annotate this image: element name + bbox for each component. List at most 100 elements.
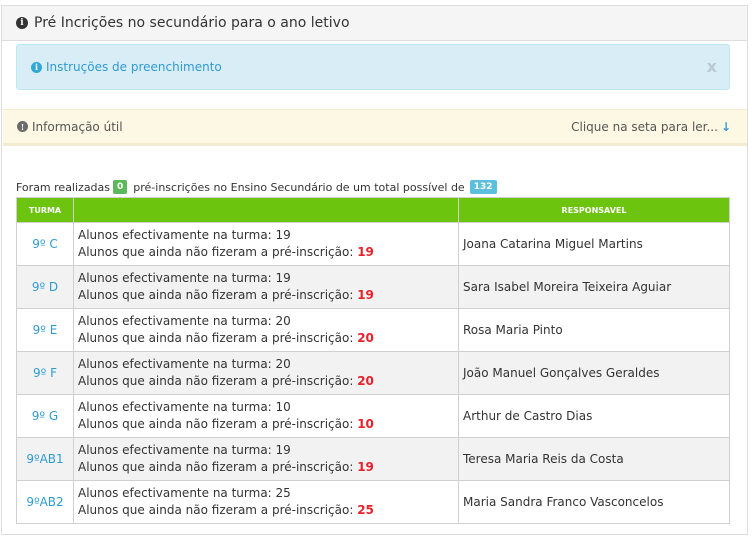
responsavel-cell: Teresa Maria Reis da Costa	[458, 437, 730, 481]
alunos-line: Alunos efectivamente na turma: 20	[78, 313, 458, 330]
turma-cell: 9º C	[16, 222, 74, 266]
turma-link[interactable]: 9º D	[32, 280, 58, 294]
alunos-count: 20	[275, 357, 291, 371]
header-responsavel: RESPONSAVEL	[458, 197, 730, 223]
pre-inscricoes-panel: i Pré Incrições no secundário para o ano…	[1, 5, 748, 535]
page-title: Pré Incrições no secundário para o ano l…	[34, 15, 350, 31]
close-icon[interactable]: x	[707, 57, 717, 76]
alunos-label: Alunos efectivamente na turma:	[78, 271, 272, 285]
info-cell: Alunos efectivamente na turma: 20 Alunos …	[73, 351, 459, 395]
alunos-count: 19	[275, 271, 291, 285]
alunos-label: Alunos efectivamente na turma:	[78, 443, 272, 457]
header-turma: TURMA	[16, 197, 74, 223]
responsavel-cell: Rosa Maria Pinto	[458, 308, 730, 352]
turma-link[interactable]: 9ºAB1	[26, 452, 63, 466]
alunos-line: Alunos efectivamente na turma: 19	[78, 442, 458, 459]
turma-link[interactable]: 9º C	[32, 237, 57, 251]
table-row: 9º F Alunos efectivamente na turma: 20 Alu…	[16, 351, 730, 395]
info-cell: Alunos efectivamente na turma: 25 Alunos …	[73, 480, 459, 524]
info-cell: Alunos efectivamente na turma: 19 Alunos …	[73, 265, 459, 309]
info-cell: Alunos efectivamente na turma: 19 Alunos …	[73, 222, 459, 266]
arrow-down-icon[interactable]: ↓	[721, 120, 731, 134]
pendentes-label: Alunos que ainda não fizeram a pré-inscr…	[78, 245, 354, 259]
instructions-alert: i Instruções de preenchimento x	[16, 44, 730, 90]
pendentes-count: 20	[357, 331, 374, 345]
info-circle-icon: i	[16, 17, 28, 29]
turma-link[interactable]: 9º E	[33, 323, 58, 337]
alunos-label: Alunos efectivamente na turma:	[78, 314, 272, 328]
turmas-table: TURMA RESPONSAVEL 9º C Alunos efectivamen…	[16, 197, 730, 524]
info-util-label: Informação útil	[32, 119, 123, 134]
pendentes-label: Alunos que ainda não fizeram a pré-inscr…	[78, 417, 354, 431]
info-util-bar[interactable]: ! Informação útil Clique na seta para le…	[3, 109, 747, 146]
pendentes-count: 19	[357, 460, 374, 474]
turma-link[interactable]: 9º F	[33, 366, 57, 380]
pendentes-count: 10	[357, 417, 374, 431]
table-header-row: TURMA RESPONSAVEL	[16, 197, 730, 223]
responsavel-cell: Maria Sandra Franco Vasconcelos	[458, 480, 730, 524]
alunos-line: Alunos efectivamente na turma: 20	[78, 356, 458, 373]
pendentes-count: 19	[357, 288, 374, 302]
table-row: 9º E Alunos efectivamente na turma: 20 Alu…	[16, 308, 730, 352]
turma-cell: 9º G	[16, 394, 74, 438]
alunos-count: 19	[275, 228, 291, 242]
pendentes-line: Alunos que ainda não fizeram a pré-inscr…	[78, 330, 458, 347]
instructions-link[interactable]: Instruções de preenchimento	[46, 60, 222, 74]
pendentes-count: 20	[357, 374, 374, 388]
total-badge: 132	[469, 180, 497, 194]
turma-cell: 9ºAB2	[16, 480, 74, 524]
alunos-line: Alunos efectivamente na turma: 25	[78, 485, 458, 502]
info-cell: Alunos efectivamente na turma: 20 Alunos …	[73, 308, 459, 352]
table-row: 9ºAB1 Alunos efectivamente na turma: 19 Al…	[16, 437, 730, 481]
turma-cell: 9º D	[16, 265, 74, 309]
alunos-label: Alunos efectivamente na turma:	[78, 357, 272, 371]
responsavel-cell: Sara Isabel Moreira Teixeira Aguiar	[458, 265, 730, 309]
alunos-label: Alunos efectivamente na turma:	[78, 400, 272, 414]
alunos-line: Alunos efectivamente na turma: 19	[78, 270, 458, 287]
read-more-toggle[interactable]: Clique na seta para ler... ↓	[571, 120, 731, 134]
alunos-count: 19	[275, 443, 291, 457]
pendentes-line: Alunos que ainda não fizeram a pré-inscr…	[78, 244, 458, 261]
turma-cell: 9ºAB1	[16, 437, 74, 481]
pendentes-count: 25	[357, 503, 374, 517]
alunos-label: Alunos efectivamente na turma:	[78, 228, 272, 242]
exclamation-circle-icon: !	[17, 121, 28, 132]
read-more-label: Clique na seta para ler...	[571, 120, 718, 134]
table-row: 9º G Alunos efectivamente na turma: 10 Alu…	[16, 394, 730, 438]
header-info	[73, 197, 459, 223]
info-cell: Alunos efectivamente na turma: 10 Alunos …	[73, 394, 459, 438]
table-row: 9º D Alunos efectivamente na turma: 19 Alu…	[16, 265, 730, 309]
table-row: 9ºAB2 Alunos efectivamente na turma: 25 Al…	[16, 480, 730, 524]
pendentes-label: Alunos que ainda não fizeram a pré-inscr…	[78, 460, 354, 474]
count-badge: 0	[113, 180, 128, 194]
pendentes-line: Alunos que ainda não fizeram a pré-inscr…	[78, 287, 458, 304]
alunos-count: 20	[275, 314, 291, 328]
info-circle-icon: i	[31, 61, 42, 73]
pendentes-label: Alunos que ainda não fizeram a pré-inscr…	[78, 374, 354, 388]
turma-cell: 9º F	[16, 351, 74, 395]
summary-middle: pré-inscrições no Ensino Secundário de u…	[133, 180, 465, 194]
pendentes-line: Alunos que ainda não fizeram a pré-inscr…	[78, 416, 458, 433]
turma-cell: 9º E	[16, 308, 74, 352]
turma-link[interactable]: 9º G	[32, 409, 58, 423]
responsavel-cell: Arthur de Castro Dias	[458, 394, 730, 438]
alunos-label: Alunos efectivamente na turma:	[78, 486, 272, 500]
table-row: 9º C Alunos efectivamente na turma: 19 Alu…	[16, 222, 730, 266]
summary-prefix: Foram realizadas	[16, 180, 111, 194]
info-cell: Alunos efectivamente na turma: 19 Alunos …	[73, 437, 459, 481]
responsavel-cell: Joana Catarina Miguel Martins	[458, 222, 730, 266]
alunos-count: 10	[275, 400, 291, 414]
panel-heading: i Pré Incrições no secundário para o ano…	[2, 6, 747, 41]
pendentes-label: Alunos que ainda não fizeram a pré-inscr…	[78, 331, 354, 345]
pendentes-line: Alunos que ainda não fizeram a pré-inscr…	[78, 373, 458, 390]
pendentes-line: Alunos que ainda não fizeram a pré-inscr…	[78, 502, 458, 519]
alunos-count: 25	[275, 486, 291, 500]
pendentes-label: Alunos que ainda não fizeram a pré-inscr…	[78, 288, 354, 302]
alunos-line: Alunos efectivamente na turma: 10	[78, 399, 458, 416]
responsavel-cell: João Manuel Gonçalves Geraldes	[458, 351, 730, 395]
pendentes-count: 19	[357, 245, 374, 259]
turma-link[interactable]: 9ºAB2	[26, 495, 63, 509]
pendentes-line: Alunos que ainda não fizeram a pré-inscr…	[78, 459, 458, 476]
summary-line: Foram realizadas 0 pré-inscrições no Ens…	[16, 180, 503, 194]
pendentes-label: Alunos que ainda não fizeram a pré-inscr…	[78, 503, 354, 517]
